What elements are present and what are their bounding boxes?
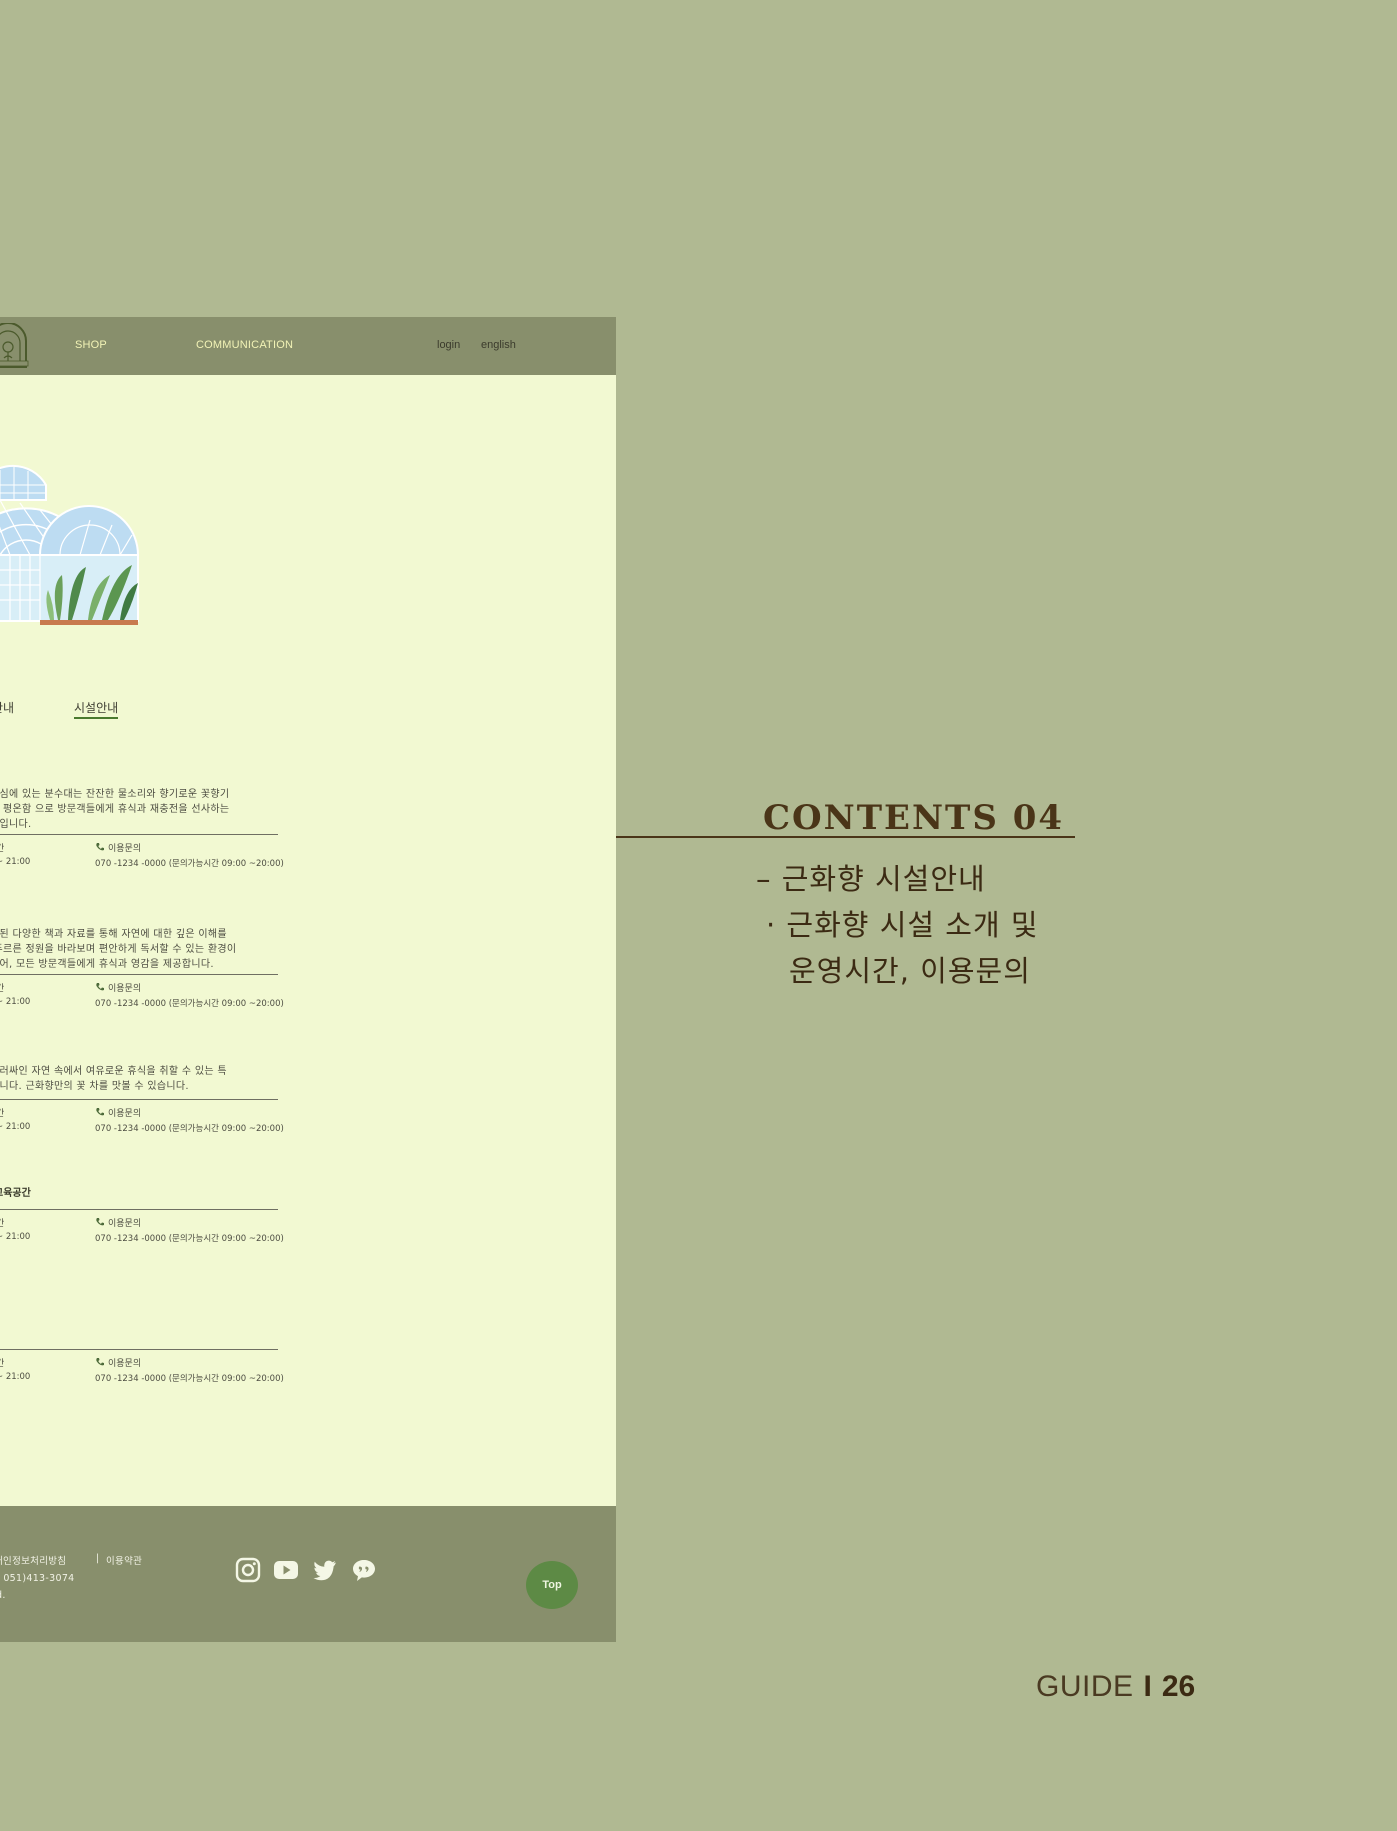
facility-description: 중심에 있는 분수대는 잔잔한 물소리와 향기로운 꽃향기 져 평온함 으로 방… bbox=[0, 789, 230, 830]
contact-label-text: 이용문의 bbox=[108, 1109, 142, 1119]
privacy-link[interactable]: 개인정보처리방침 bbox=[0, 1553, 66, 1567]
page-number: 26 bbox=[1161, 1670, 1196, 1703]
contact-label: 이용문의 bbox=[95, 841, 141, 854]
site-footer: 개인정보처리방침 | 이용약관 ) 051)413-3074 d. Top bbox=[0, 1506, 616, 1642]
twitter-icon[interactable] bbox=[312, 1557, 338, 1583]
contact-label: 이용문의 bbox=[95, 1106, 141, 1119]
kakaotalk-icon[interactable] bbox=[351, 1557, 377, 1583]
instagram-icon[interactable] bbox=[235, 1557, 261, 1583]
tab-prev[interactable]: 안내 bbox=[0, 699, 14, 716]
footer-copyright: d. bbox=[0, 1590, 6, 1601]
contact-value: 070 -1234 -0000 (문의가능시간 09:00 ~20:00) bbox=[95, 1234, 284, 1244]
hours-value: ~ 21:00 bbox=[0, 997, 31, 1007]
facility-content: 안내 시설안내 중심에 있는 분수대는 잔잔한 물소리와 향기로운 꽃향기 져 … bbox=[0, 375, 616, 1506]
contact-label-text: 이용문의 bbox=[108, 844, 142, 854]
divider bbox=[0, 1099, 278, 1100]
facility-description: 둘러싸인 자연 속에서 여유로운 휴식을 취할 수 있는 특 입니다. 근화향만… bbox=[0, 1066, 227, 1092]
divider bbox=[0, 1349, 278, 1350]
hours-value: ~ 21:00 bbox=[0, 1122, 31, 1132]
phone-icon bbox=[96, 983, 104, 991]
contact-label-text: 이용문의 bbox=[108, 984, 142, 994]
terms-link[interactable]: 이용약관 bbox=[106, 1553, 142, 1567]
page-footer: GUIDE I 26 bbox=[1036, 1670, 1195, 1704]
hours-label: 간 bbox=[0, 1359, 5, 1369]
contents-line: 운영시간, 이용문의 bbox=[789, 954, 1031, 988]
guide-label: GUIDE bbox=[1036, 1670, 1134, 1703]
contact-label: 이용문의 bbox=[95, 1356, 141, 1369]
hours-value: ~ 21:00 bbox=[0, 857, 31, 867]
login-link[interactable]: login bbox=[437, 339, 460, 351]
site-logo[interactable] bbox=[0, 323, 30, 369]
contact-label-text: 이용문의 bbox=[108, 1219, 142, 1229]
facility-description: 련된 다양한 책과 자료를 통해 자연에 대한 깊은 이해를 푸르른 정원을 바… bbox=[0, 929, 237, 970]
contents-title: CONTENTS 04 bbox=[763, 798, 1065, 838]
divider bbox=[0, 974, 278, 975]
footer-separator: | bbox=[96, 1553, 100, 1564]
hours-label: 간 bbox=[0, 1219, 5, 1229]
nav-shop[interactable]: SHOP bbox=[75, 339, 107, 351]
hours-label: 간 bbox=[0, 1109, 5, 1119]
contact-value: 070 -1234 -0000 (문의가능시간 09:00 ~20:00) bbox=[95, 999, 284, 1009]
website-mockup: SHOP COMMUNICATION login english 내 시설안내 … bbox=[0, 317, 616, 1642]
divider bbox=[0, 1209, 278, 1210]
footer-phone: ) 051)413-3074 bbox=[0, 1573, 75, 1584]
hours-value: ~ 21:00 bbox=[0, 1232, 31, 1242]
phone-icon bbox=[96, 1218, 104, 1226]
contact-label: 이용문의 bbox=[95, 981, 141, 994]
greenhouse-illustration bbox=[0, 464, 140, 625]
contact-label: 이용문의 bbox=[95, 1216, 141, 1229]
contact-label-text: 이용문의 bbox=[108, 1359, 142, 1369]
facility-title: 교육공간 bbox=[0, 1188, 31, 1199]
hours-label: 간 bbox=[0, 984, 5, 994]
nav-communication[interactable]: COMMUNICATION bbox=[196, 339, 293, 351]
phone-icon bbox=[96, 1358, 104, 1366]
contact-value: 070 -1234 -0000 (문의가능시간 09:00 ~20:00) bbox=[95, 1374, 284, 1384]
hours-label: 간 bbox=[0, 844, 5, 854]
hours-value: ~ 21:00 bbox=[0, 1372, 31, 1382]
divider bbox=[0, 834, 278, 835]
site-header: SHOP COMMUNICATION login english bbox=[0, 317, 616, 375]
page-separator: I bbox=[1143, 1670, 1152, 1703]
tab-facility-guide[interactable]: 시설안내 bbox=[74, 699, 119, 719]
youtube-icon[interactable] bbox=[273, 1557, 299, 1583]
phone-icon bbox=[96, 843, 104, 851]
phone-icon bbox=[96, 1108, 104, 1116]
contact-value: 070 -1234 -0000 (문의가능시간 09:00 ~20:00) bbox=[95, 1124, 284, 1134]
scroll-top-button[interactable]: Top bbox=[526, 1561, 578, 1609]
contents-line: · 근화향 시설 소개 및 bbox=[766, 908, 1039, 942]
contents-line: – 근화향 시설안내 bbox=[756, 862, 986, 896]
english-link[interactable]: english bbox=[481, 339, 516, 351]
contact-value: 070 -1234 -0000 (문의가능시간 09:00 ~20:00) bbox=[95, 859, 284, 869]
